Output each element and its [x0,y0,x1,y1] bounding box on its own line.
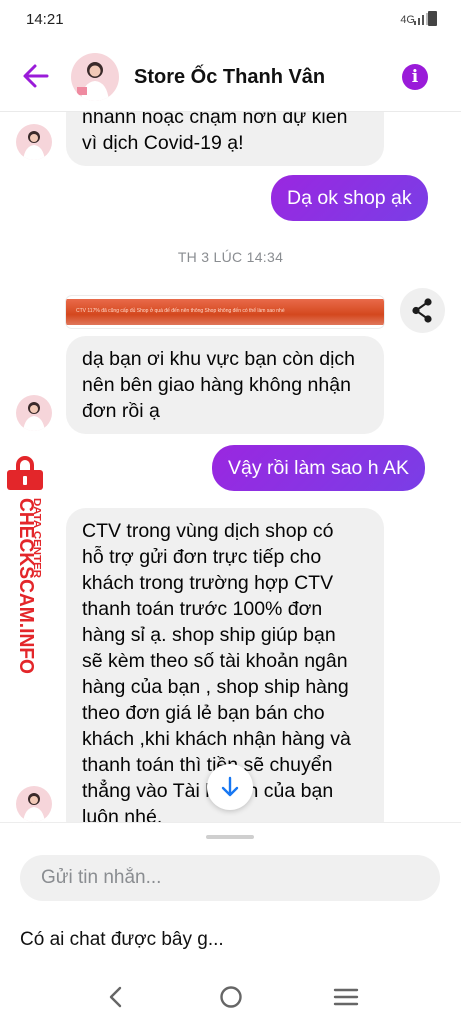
page-title: Store Ốc Thanh Vân [134,66,326,88]
info-icon[interactable]: i [402,64,428,90]
message-text-line: đơn rồi ạ [82,400,160,422]
circle-icon[interactable] [216,984,246,1010]
message-text-line: vì dịch Covid-19 ạ! [82,132,244,154]
share-icon [412,298,432,323]
incoming-message: nhanh hoặc chậm hơn dự kiến vì dịch Covi… [66,112,384,166]
lock-icon [7,456,43,490]
avatar [16,124,52,160]
timestamp: TH 3 LÚC 14:34 [177,249,284,265]
drag-handle[interactable] [206,835,254,839]
watermark: CHECKSCAM.INFO DATA CENTER [0,452,50,677]
arrow-left-icon[interactable] [20,60,52,92]
menu-icon[interactable] [331,984,361,1010]
message-text-line: theo đơn giá lẻ bạn bán cho [82,702,325,724]
signal-icon [414,13,428,25]
composer: Có ai chat được bây g... [0,822,461,972]
message-input[interactable] [20,855,440,901]
message-text-line: khách trong trường hợp CTV [82,572,334,594]
scroll-down-button[interactable] [207,764,253,810]
incoming-message: dạ bạn ơi khu vực bạn còn dịch nên bên g… [66,336,384,434]
status-time: 14:21 [26,11,64,28]
outgoing-message: Dạ ok shop ạk [271,175,428,221]
message-text-line: hỗ trợ gửi đơn trực tiếp cho [82,546,322,568]
message-text-line: nên bên giao hàng không nhận [82,374,351,396]
message-input-container[interactable] [20,855,440,901]
link-preview[interactable]: CTV 117% đã cũng cấp đủ Shop ở quá đế đế… [66,296,384,328]
message-text-line: CTV trong vùng dịch shop có [82,520,334,542]
chevron-left-icon[interactable] [101,984,131,1010]
message-text-line: khách ,khi khách nhận hàng và [82,728,351,750]
avatar[interactable] [71,53,119,101]
message-text-line: hàng sỉ ạ. shop ship giúp bạn [82,624,336,646]
reply-suggestion[interactable]: Có ai chat được bây g... [20,929,224,951]
link-preview-text: CTV 117% đã cũng cấp đủ Shop ở quá đế đế… [76,308,285,314]
message-text-line: hàng của bạn , shop ship hàng [82,676,349,698]
network-indicator: 4G [400,14,415,26]
message-text-line: nhanh hoặc chậm hơn dự kiến [82,112,348,128]
system-nav-bar [0,972,461,1024]
share-button[interactable] [400,288,445,333]
outgoing-message: Vậy rồi làm sao h AK [212,445,426,491]
message-text-line: thanh toán trước 100% đơn [82,598,323,620]
avatar [16,395,52,431]
arrow-down-icon [221,776,239,797]
battery-icon [428,11,437,26]
avatar [16,786,52,822]
message-text-line: sẽ kèm theo số tài khoản ngân [82,650,348,672]
watermark-tag: DATA CENTER [31,498,42,579]
chat-header: Store Ốc Thanh Vân i [0,40,461,112]
message-list: nhanh hoặc chậm hơn dự kiến vì dịch Covi… [0,112,461,822]
status-bar: 14:21 4G [0,0,461,40]
watermark-text: CHECKSCAM.INFO DATA CENTER [15,498,42,674]
message-text-line: dạ bạn ơi khu vực bạn còn dịch [82,348,356,370]
